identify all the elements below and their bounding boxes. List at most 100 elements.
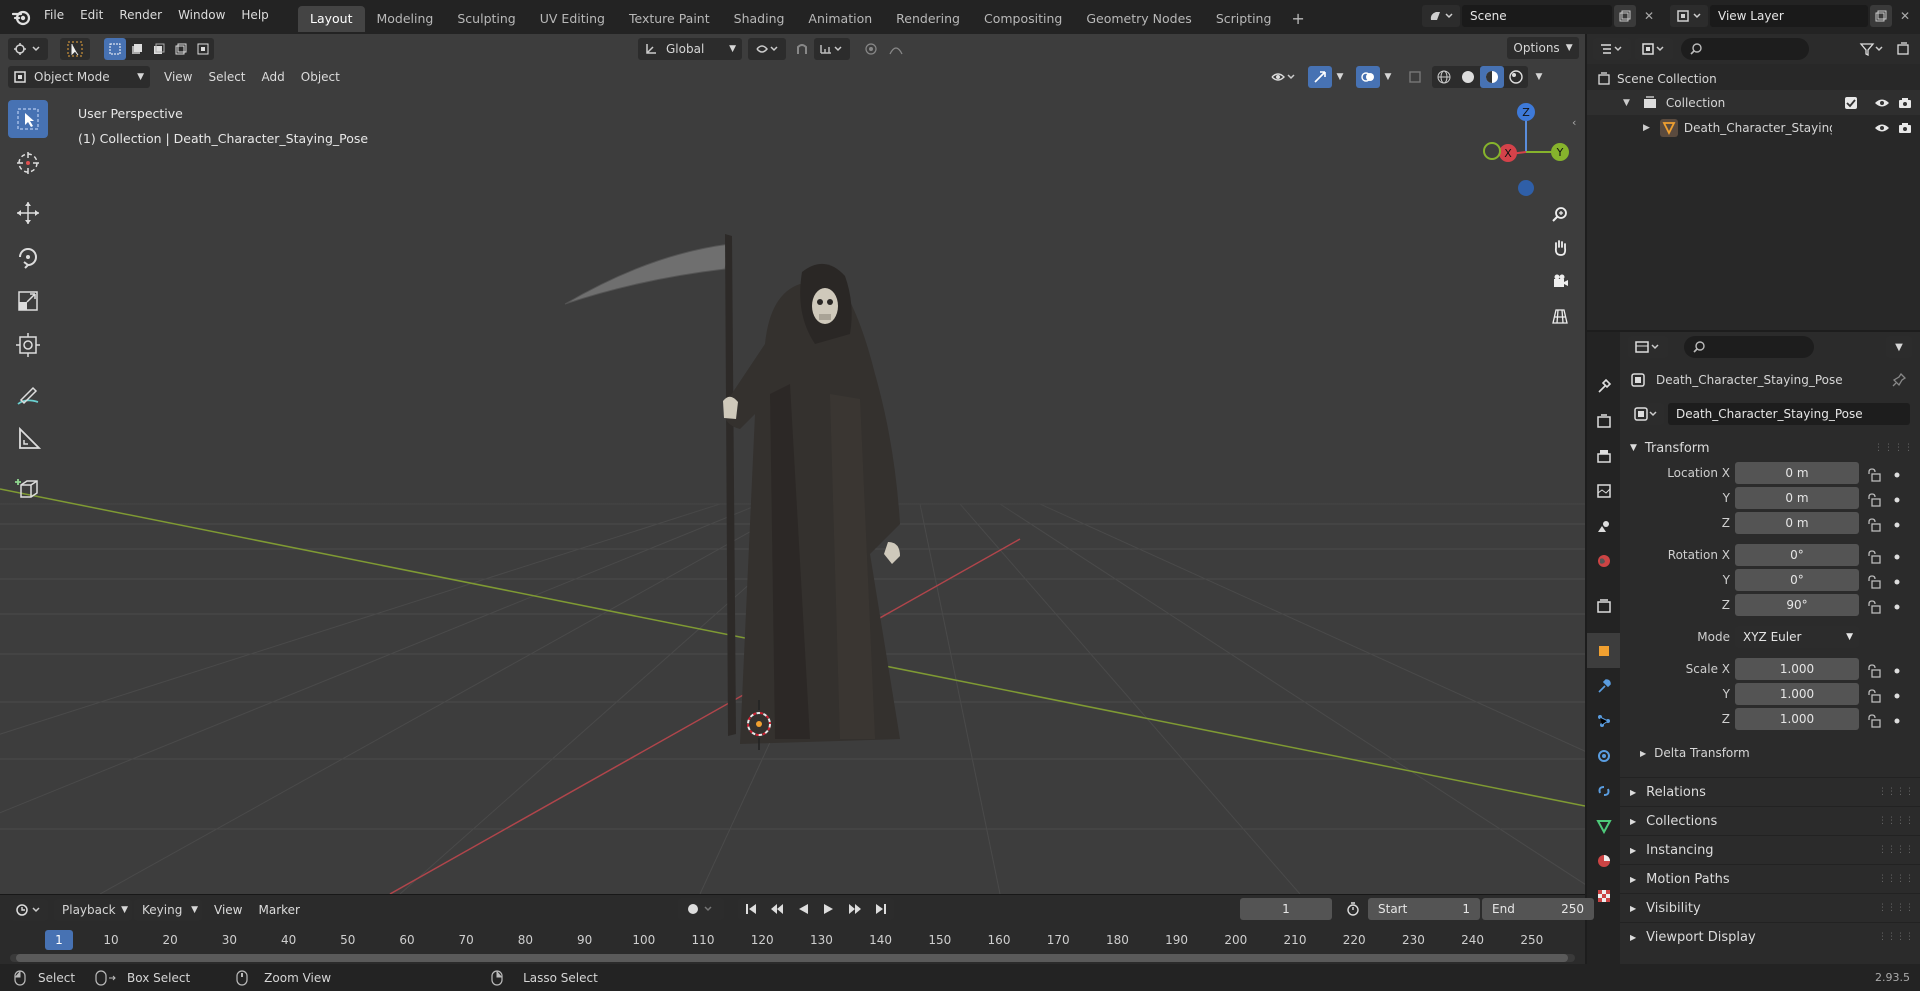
timeline-ruler[interactable]: 1 10 20 30 40 50 60 70 80 90 100 110 120 130 140 150 160… xyxy=(0,930,1585,952)
view-layer-name-field[interactable]: View Layer xyxy=(1710,5,1868,27)
timeline-menu-view[interactable]: View xyxy=(206,899,250,921)
tree-item-object[interactable]: ▶ Death_Character_Staying xyxy=(1587,115,1920,140)
record-toggle-icon[interactable] xyxy=(678,898,724,920)
tab-sculpting[interactable]: Sculpting xyxy=(445,6,527,32)
cursor-tool-icon[interactable] xyxy=(8,144,48,182)
select-intersect-icon[interactable] xyxy=(192,38,214,60)
chevron-down-icon[interactable]: ▼ xyxy=(1886,336,1912,358)
transform-orientation-dropdown[interactable]: Global ▼ xyxy=(638,38,742,60)
3d-viewport[interactable]: Global ▼ Options ▼ Object Mode ▼ View Se… xyxy=(0,34,1585,894)
proportional-falloff-icon[interactable] xyxy=(884,38,912,60)
motion-paths-panel-header[interactable]: ▶ Motion Paths ⋮⋮⋮⋮ xyxy=(1620,864,1920,893)
keying-menu[interactable]: Keying ▼ xyxy=(134,899,202,921)
start-frame-field[interactable]: Start 1 xyxy=(1368,898,1480,920)
drag-handle-icon[interactable]: ⋮⋮⋮⋮ xyxy=(1878,903,1914,913)
measure-tool-icon[interactable] xyxy=(8,420,48,458)
chevron-down-icon[interactable]: ▼ xyxy=(1332,66,1348,88)
play-icon[interactable] xyxy=(816,898,842,920)
tool-tab-icon[interactable] xyxy=(1587,368,1620,403)
lock-icon[interactable] xyxy=(1866,517,1882,532)
add-cube-tool-icon[interactable] xyxy=(8,470,48,508)
end-frame-field[interactable]: End 250 xyxy=(1482,898,1594,920)
material-shading-icon[interactable] xyxy=(1480,66,1504,88)
tab-layout[interactable]: Layout xyxy=(298,6,365,32)
play-reverse-icon[interactable] xyxy=(790,898,816,920)
select-subtract-icon[interactable] xyxy=(148,38,170,60)
snap-target-icon[interactable] xyxy=(814,38,850,60)
transform-panel-header[interactable]: ▼ Transform ⋮⋮⋮⋮ xyxy=(1620,434,1920,462)
neg-z-axis-handle[interactable] xyxy=(1518,180,1534,196)
menu-select[interactable]: Select xyxy=(200,66,253,88)
scene-selector[interactable]: Scene ✕ xyxy=(1422,4,1660,28)
delta-transform-subpanel[interactable]: ▶ Delta Transform xyxy=(1640,742,1750,764)
transform-tool-icon[interactable] xyxy=(8,326,48,364)
select-invert-icon[interactable] xyxy=(170,38,192,60)
tab-scripting[interactable]: Scripting xyxy=(1204,6,1284,32)
blender-logo-icon[interactable] xyxy=(12,8,32,26)
expand-arrow-icon[interactable]: ▶ xyxy=(1643,123,1650,133)
drag-handle-icon[interactable]: ⋮⋮⋮⋮ xyxy=(1878,845,1914,855)
menu-add[interactable]: Add xyxy=(254,66,293,88)
tab-texture-paint[interactable]: Texture Paint xyxy=(617,6,722,32)
chevron-down-icon[interactable]: ▼ xyxy=(1530,66,1548,88)
scene-name-field[interactable]: Scene xyxy=(1462,5,1612,27)
scene-tab-icon[interactable] xyxy=(1587,508,1620,543)
expand-arrow-icon[interactable]: ▼ xyxy=(1623,98,1630,108)
display-mode-icon[interactable] xyxy=(1635,38,1673,60)
3d-cursor-icon[interactable] xyxy=(742,700,776,750)
lock-icon[interactable] xyxy=(1866,549,1882,564)
tweak-select-icon[interactable] xyxy=(60,38,90,60)
collapse-sidebar-icon[interactable]: ‹ xyxy=(1572,116,1576,129)
tab-rendering[interactable]: Rendering xyxy=(884,6,972,32)
keyframe-dot-icon[interactable] xyxy=(1894,579,1900,585)
lock-icon[interactable] xyxy=(1866,663,1882,678)
outliner-search-input[interactable] xyxy=(1681,38,1809,60)
location-y-field[interactable]: 0 m xyxy=(1735,487,1859,509)
keyframe-dot-icon[interactable] xyxy=(1894,522,1900,528)
rotation-mode-dropdown[interactable]: XYZ Euler ▼ xyxy=(1735,626,1859,648)
object-browse-icon[interactable] xyxy=(1630,403,1664,425)
visibility-panel-header[interactable]: ▶ Visibility ⋮⋮⋮⋮ xyxy=(1620,893,1920,922)
viewport-display-panel-header[interactable]: ▶ Viewport Display ⋮⋮⋮⋮ xyxy=(1620,922,1920,951)
select-new-icon[interactable] xyxy=(104,38,126,60)
overlays-toggle-icon[interactable] xyxy=(1356,66,1380,88)
snap-toggle-icon[interactable] xyxy=(792,38,812,60)
select-extend-icon[interactable] xyxy=(126,38,148,60)
next-keyframe-icon[interactable] xyxy=(842,898,868,920)
stopwatch-icon[interactable] xyxy=(1340,898,1366,920)
timeline-scrollbar[interactable] xyxy=(10,954,1575,962)
new-scene-icon[interactable] xyxy=(1614,5,1636,27)
tab-animation[interactable]: Animation xyxy=(796,6,884,32)
scale-z-field[interactable]: 1.000 xyxy=(1735,708,1859,730)
camera-render-icon[interactable] xyxy=(1898,97,1912,109)
rotation-x-field[interactable]: 0° xyxy=(1735,544,1859,566)
filter-icon[interactable] xyxy=(1854,38,1890,60)
scrollbar-thumb[interactable] xyxy=(16,954,1568,962)
select-tool-icon[interactable] xyxy=(8,100,48,138)
output-tab-icon[interactable] xyxy=(1587,438,1620,473)
view-layer-browse-icon[interactable] xyxy=(1670,5,1708,27)
tab-uv-editing[interactable]: UV Editing xyxy=(528,6,617,32)
delete-view-layer-icon[interactable]: ✕ xyxy=(1894,5,1916,27)
chevron-down-icon[interactable]: ▼ xyxy=(1380,66,1396,88)
move-tool-icon[interactable] xyxy=(8,194,48,232)
outliner-editor-type-icon[interactable] xyxy=(1593,38,1631,60)
keyframe-dot-icon[interactable] xyxy=(1894,472,1900,478)
add-workspace-icon[interactable]: + xyxy=(1283,6,1312,32)
rotation-y-field[interactable]: 0° xyxy=(1735,569,1859,591)
rotation-z-field[interactable]: 90° xyxy=(1735,594,1859,616)
menu-object[interactable]: Object xyxy=(293,66,348,88)
menu-file[interactable]: File xyxy=(36,4,72,26)
location-x-field[interactable]: 0 m xyxy=(1735,462,1859,484)
pan-hand-icon[interactable] xyxy=(1546,234,1574,262)
wireframe-shading-icon[interactable] xyxy=(1432,66,1456,88)
keyframe-dot-icon[interactable] xyxy=(1894,497,1900,503)
tree-item-collection[interactable]: ▼ Collection xyxy=(1587,90,1920,115)
playback-menu[interactable]: Playback ▼ xyxy=(54,899,132,921)
rotate-tool-icon[interactable] xyxy=(8,238,48,276)
location-z-field[interactable]: 0 m xyxy=(1735,512,1859,534)
world-tab-icon[interactable] xyxy=(1587,543,1620,578)
tab-compositing[interactable]: Compositing xyxy=(972,6,1074,32)
options-dropdown[interactable]: Options ▼ xyxy=(1507,37,1579,59)
current-frame-field[interactable]: 1 xyxy=(1240,898,1332,920)
